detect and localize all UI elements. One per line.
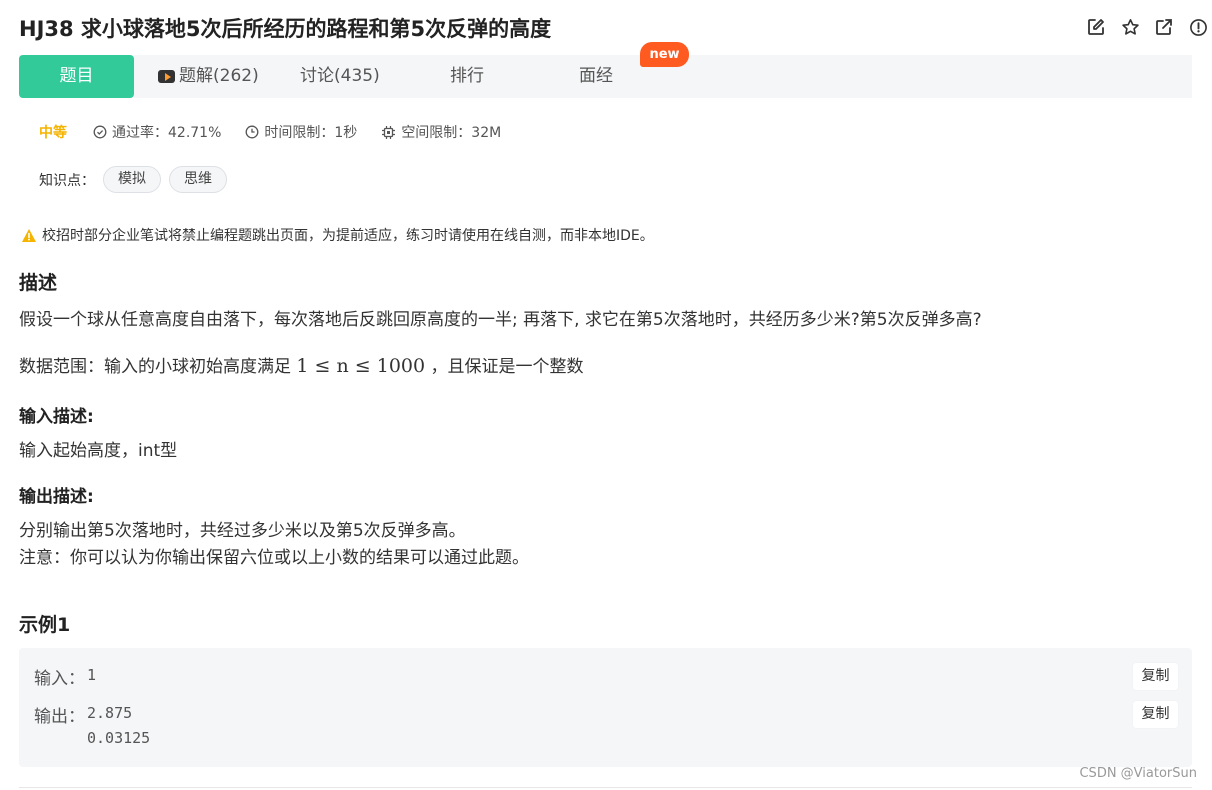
tags-label: 知识点： — [39, 172, 95, 189]
example-input-value: 1 — [87, 666, 97, 684]
check-circle-icon — [93, 125, 107, 139]
description-heading: 描述 — [19, 272, 58, 294]
report-icon[interactable] — [1188, 17, 1208, 37]
title-actions — [1086, 17, 1208, 37]
watermark: CSDN @ViatorSun — [1079, 766, 1197, 781]
problem-meta: 中等 通过率：42.71% 时间限制：1秒 空间限制：32M — [39, 122, 525, 142]
share-icon[interactable] — [1154, 17, 1174, 37]
time-limit-text: 时间限制：1秒 — [264, 125, 358, 141]
pass-rate: 通过率：42.71% — [93, 122, 221, 142]
tag-simulation[interactable]: 模拟 — [103, 166, 161, 193]
page-title: HJ38 求小球落地5次后所经历的路程和第5次反弹的高度 — [19, 17, 552, 41]
new-badge: new — [640, 42, 689, 67]
time-limit: 时间限制：1秒 — [245, 122, 357, 142]
tab-problem[interactable]: 题目 — [19, 55, 134, 98]
notice-text: 校招时部分企业笔试将禁止编程题跳出页面，为提前适应，练习时请使用在线自测，而非本… — [42, 228, 654, 244]
output-desc-heading: 输出描述: — [19, 487, 94, 507]
tag-thinking[interactable]: 思维 — [169, 166, 227, 193]
data-range-prefix: 数据范围：输入的小球初始高度满足 — [19, 357, 297, 377]
input-desc-text: 输入起始高度，int型 — [19, 441, 178, 461]
tab-discussion[interactable]: 讨论(435) — [300, 55, 380, 98]
exam-notice: 校招时部分企业笔试将禁止编程题跳出页面，为提前适应，练习时请使用在线自测，而非本… — [21, 225, 654, 245]
example-output-label: 输出： — [34, 707, 85, 727]
clock-icon — [245, 125, 259, 139]
tab-ranking[interactable]: 排行 — [450, 55, 484, 98]
tab-bar: 题目 题解(262) 讨论(435) 排行 面经 — [19, 55, 1192, 98]
title-bar: HJ38 求小球落地5次后所经历的路程和第5次反弹的高度 — [0, 0, 1212, 56]
pass-rate-text: 通过率：42.71% — [112, 125, 222, 141]
data-range-formula: 1 ≤ n ≤ 1000 — [296, 355, 426, 377]
example-box: 输入： 1 复制 输出： 2.875 0.03125 复制 — [19, 648, 1192, 767]
input-desc-heading: 输入描述: — [19, 407, 94, 427]
example-output-value: 2.875 0.03125 — [87, 704, 151, 747]
tab-interview[interactable]: 面经 — [579, 55, 613, 98]
divider — [19, 787, 1192, 788]
video-play-icon — [158, 70, 175, 83]
edit-icon[interactable] — [1086, 17, 1106, 37]
star-icon[interactable] — [1120, 17, 1140, 37]
output-desc-line1: 分别输出第5次落地时，共经过多少米以及第5次反弹多高。 — [19, 521, 466, 541]
data-range-suffix: ，且保证是一个整数 — [425, 357, 584, 377]
example-input-label: 输入： — [34, 669, 85, 689]
copy-output-button[interactable]: 复制 — [1133, 701, 1178, 728]
data-range: 数据范围：输入的小球初始高度满足 1 ≤ n ≤ 1000 ，且保证是一个整数 — [19, 352, 584, 377]
chip-icon — [382, 125, 396, 139]
tab-solutions-label: 题解(262) — [179, 66, 259, 86]
difficulty-label: 中等 — [39, 125, 67, 141]
description-text: 假设一个球从任意高度自由落下，每次落地后反跳回原高度的一半; 再落下, 求它在第… — [19, 310, 982, 330]
warning-icon — [22, 228, 36, 242]
copy-input-button[interactable]: 复制 — [1133, 663, 1178, 690]
space-limit-text: 空间限制：32M — [401, 125, 502, 141]
knowledge-tags: 知识点： 模拟 思维 — [39, 166, 227, 193]
space-limit: 空间限制：32M — [381, 122, 501, 142]
output-desc-line2: 注意：你可以认为你输出保留六位或以上小数的结果可以通过此题。 — [19, 548, 529, 568]
example-heading: 示例1 — [19, 614, 71, 636]
tab-solutions[interactable]: 题解(262) — [158, 55, 259, 98]
